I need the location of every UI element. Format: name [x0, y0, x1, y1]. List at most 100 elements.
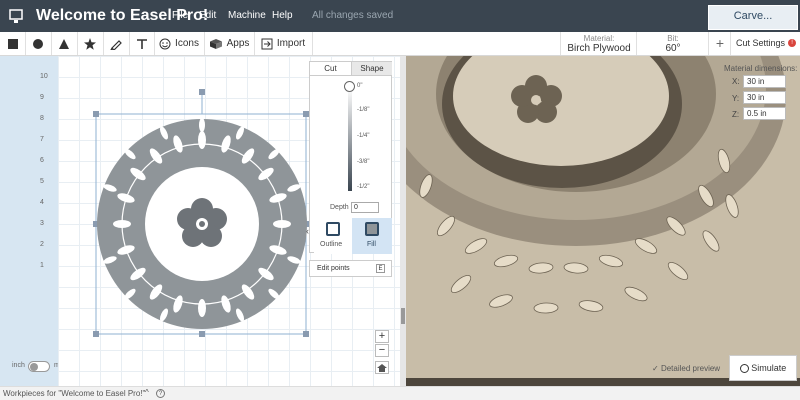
- depth-mark: -1/2": [357, 184, 370, 190]
- material-dimensions-title: Material dimensions:: [724, 64, 798, 73]
- ruler-tick: 4: [40, 199, 44, 206]
- simulate-button[interactable]: Simulate: [729, 355, 797, 381]
- dim-z-input[interactable]: 0.5 in: [743, 107, 786, 120]
- home-icon: [377, 364, 387, 372]
- zoom-in-button[interactable]: +: [375, 330, 389, 343]
- simulate-label: Simulate: [751, 363, 787, 373]
- ruler-tick: 7: [40, 136, 44, 143]
- depth-mark: -1/8": [357, 107, 370, 113]
- menu-edit[interactable]: Edit: [199, 10, 216, 21]
- menu-file[interactable]: File: [172, 10, 188, 21]
- depth-input[interactable]: 0: [351, 202, 379, 213]
- carve-preview[interactable]: Material dimensions: X: 30 in Y: 30 in Z…: [406, 56, 800, 386]
- ruler-tick: 1: [40, 262, 44, 269]
- fill-label: Fill: [367, 241, 376, 248]
- import-button[interactable]: Import: [254, 32, 313, 55]
- toggle-knob: [30, 363, 38, 371]
- apps-button[interactable]: Apps: [204, 32, 255, 55]
- preview-render: [406, 56, 800, 386]
- dim-z-label: Z:: [732, 110, 740, 119]
- depth-slider-track[interactable]: [348, 87, 352, 191]
- clock-icon: [739, 364, 749, 374]
- text-icon: [136, 38, 147, 49]
- pen-tool[interactable]: [103, 32, 130, 55]
- import-icon: [261, 38, 273, 49]
- apps-label: Apps: [226, 38, 250, 49]
- help-icon[interactable]: ?: [156, 389, 165, 398]
- depth-mark: -1/4": [357, 133, 370, 139]
- outline-option[interactable]: Outline: [314, 218, 352, 254]
- ruler-tick: 6: [40, 157, 44, 164]
- apps-box-icon: [209, 38, 222, 49]
- top-bar: Welcome to Easel Pro! File Edit Machine …: [0, 0, 800, 32]
- edit-points-shortcut: E: [376, 264, 385, 273]
- ruler-tick: 5: [40, 178, 44, 185]
- vertical-ruler: 10 9 8 7 6 5 4 3 2 1 inch mm: [0, 56, 66, 386]
- panel-left-arrow[interactable]: ‹: [306, 226, 309, 236]
- icons-button[interactable]: Icons: [154, 32, 205, 55]
- alert-icon: !: [788, 39, 797, 48]
- dim-y-label: Y:: [732, 94, 740, 103]
- workpieces-bar[interactable]: Workpieces for "Welcome to Easel Pro!" ^…: [0, 386, 800, 400]
- cut-settings-label: Cut Settings: [735, 38, 785, 48]
- star-tool[interactable]: [77, 32, 104, 55]
- tab-shape[interactable]: Shape: [351, 62, 392, 76]
- detailed-preview-label: Detailed preview: [660, 364, 721, 373]
- edit-points-button[interactable]: Edit points E: [309, 260, 392, 277]
- zoom-out-button[interactable]: −: [375, 344, 389, 357]
- depth-slider-handle[interactable]: [344, 81, 355, 92]
- circle-icon: [33, 38, 43, 49]
- ruler-tick: 10: [40, 73, 48, 80]
- star-icon: [84, 37, 96, 50]
- home-view-button[interactable]: [375, 361, 389, 374]
- material-key: Material:: [583, 34, 615, 43]
- save-status: All changes saved: [312, 10, 394, 21]
- check-icon: ✓: [652, 364, 659, 373]
- toolbar: Icons Apps Import Material: Birch Plywoo…: [0, 32, 800, 56]
- tab-cut[interactable]: Cut: [310, 62, 351, 76]
- workpieces-label: Workpieces for "Welcome to Easel Pro!": [3, 389, 146, 398]
- depth-mark: 0": [357, 83, 363, 89]
- units-toggle[interactable]: [28, 361, 50, 372]
- smiley-icon: [159, 38, 171, 49]
- ruler-tick: 8: [40, 115, 44, 122]
- square-tool[interactable]: [0, 32, 26, 55]
- outline-label: Outline: [320, 241, 343, 248]
- cut-panel: Cut Shape 0" -1/8" -1/4" -3/8" -1/2" Dep…: [306, 61, 392, 254]
- dim-x-label: X:: [732, 77, 740, 86]
- add-bit-button[interactable]: +: [708, 32, 731, 55]
- edit-points-label: Edit points: [317, 265, 350, 272]
- ruler-tick: 3: [40, 220, 44, 227]
- chevron-up-icon[interactable]: ^: [145, 388, 149, 397]
- detailed-preview-toggle[interactable]: ✓ Detailed preview: [652, 364, 720, 373]
- depth-mark: -3/8": [357, 159, 370, 165]
- text-tool[interactable]: [129, 32, 155, 55]
- bit-key: Bit:: [667, 34, 679, 43]
- fill-icon: [365, 222, 379, 236]
- fill-option[interactable]: Fill: [352, 218, 392, 254]
- triangle-icon: [59, 38, 69, 49]
- units-inch-label: inch: [12, 362, 25, 369]
- bit-selector[interactable]: Bit: 60°: [636, 32, 709, 55]
- dim-x-input[interactable]: 30 in: [743, 75, 786, 88]
- circle-tool[interactable]: [25, 32, 52, 55]
- dim-y-input[interactable]: 30 in: [743, 91, 786, 104]
- outline-icon: [326, 222, 340, 236]
- square-icon: [7, 38, 18, 49]
- bit-value: 60°: [665, 43, 681, 54]
- carve-button[interactable]: Carve...: [708, 5, 798, 30]
- triangle-tool[interactable]: [51, 32, 78, 55]
- material-selector[interactable]: Material: Birch Plywood: [560, 32, 637, 55]
- material-value: Birch Plywood: [567, 43, 631, 54]
- ruler-tick: 2: [40, 241, 44, 248]
- icons-label: Icons: [175, 38, 199, 49]
- depth-label: Depth: [330, 204, 349, 211]
- machine-icon[interactable]: [8, 8, 24, 24]
- import-label: Import: [276, 38, 306, 49]
- divider-handle[interactable]: [401, 308, 405, 324]
- menu-machine[interactable]: Machine: [228, 10, 266, 21]
- pen-icon: [110, 39, 122, 50]
- cut-settings-button[interactable]: Cut Settings !: [730, 32, 800, 55]
- menu-help[interactable]: Help: [272, 10, 293, 21]
- ruler-tick: 9: [40, 94, 44, 101]
